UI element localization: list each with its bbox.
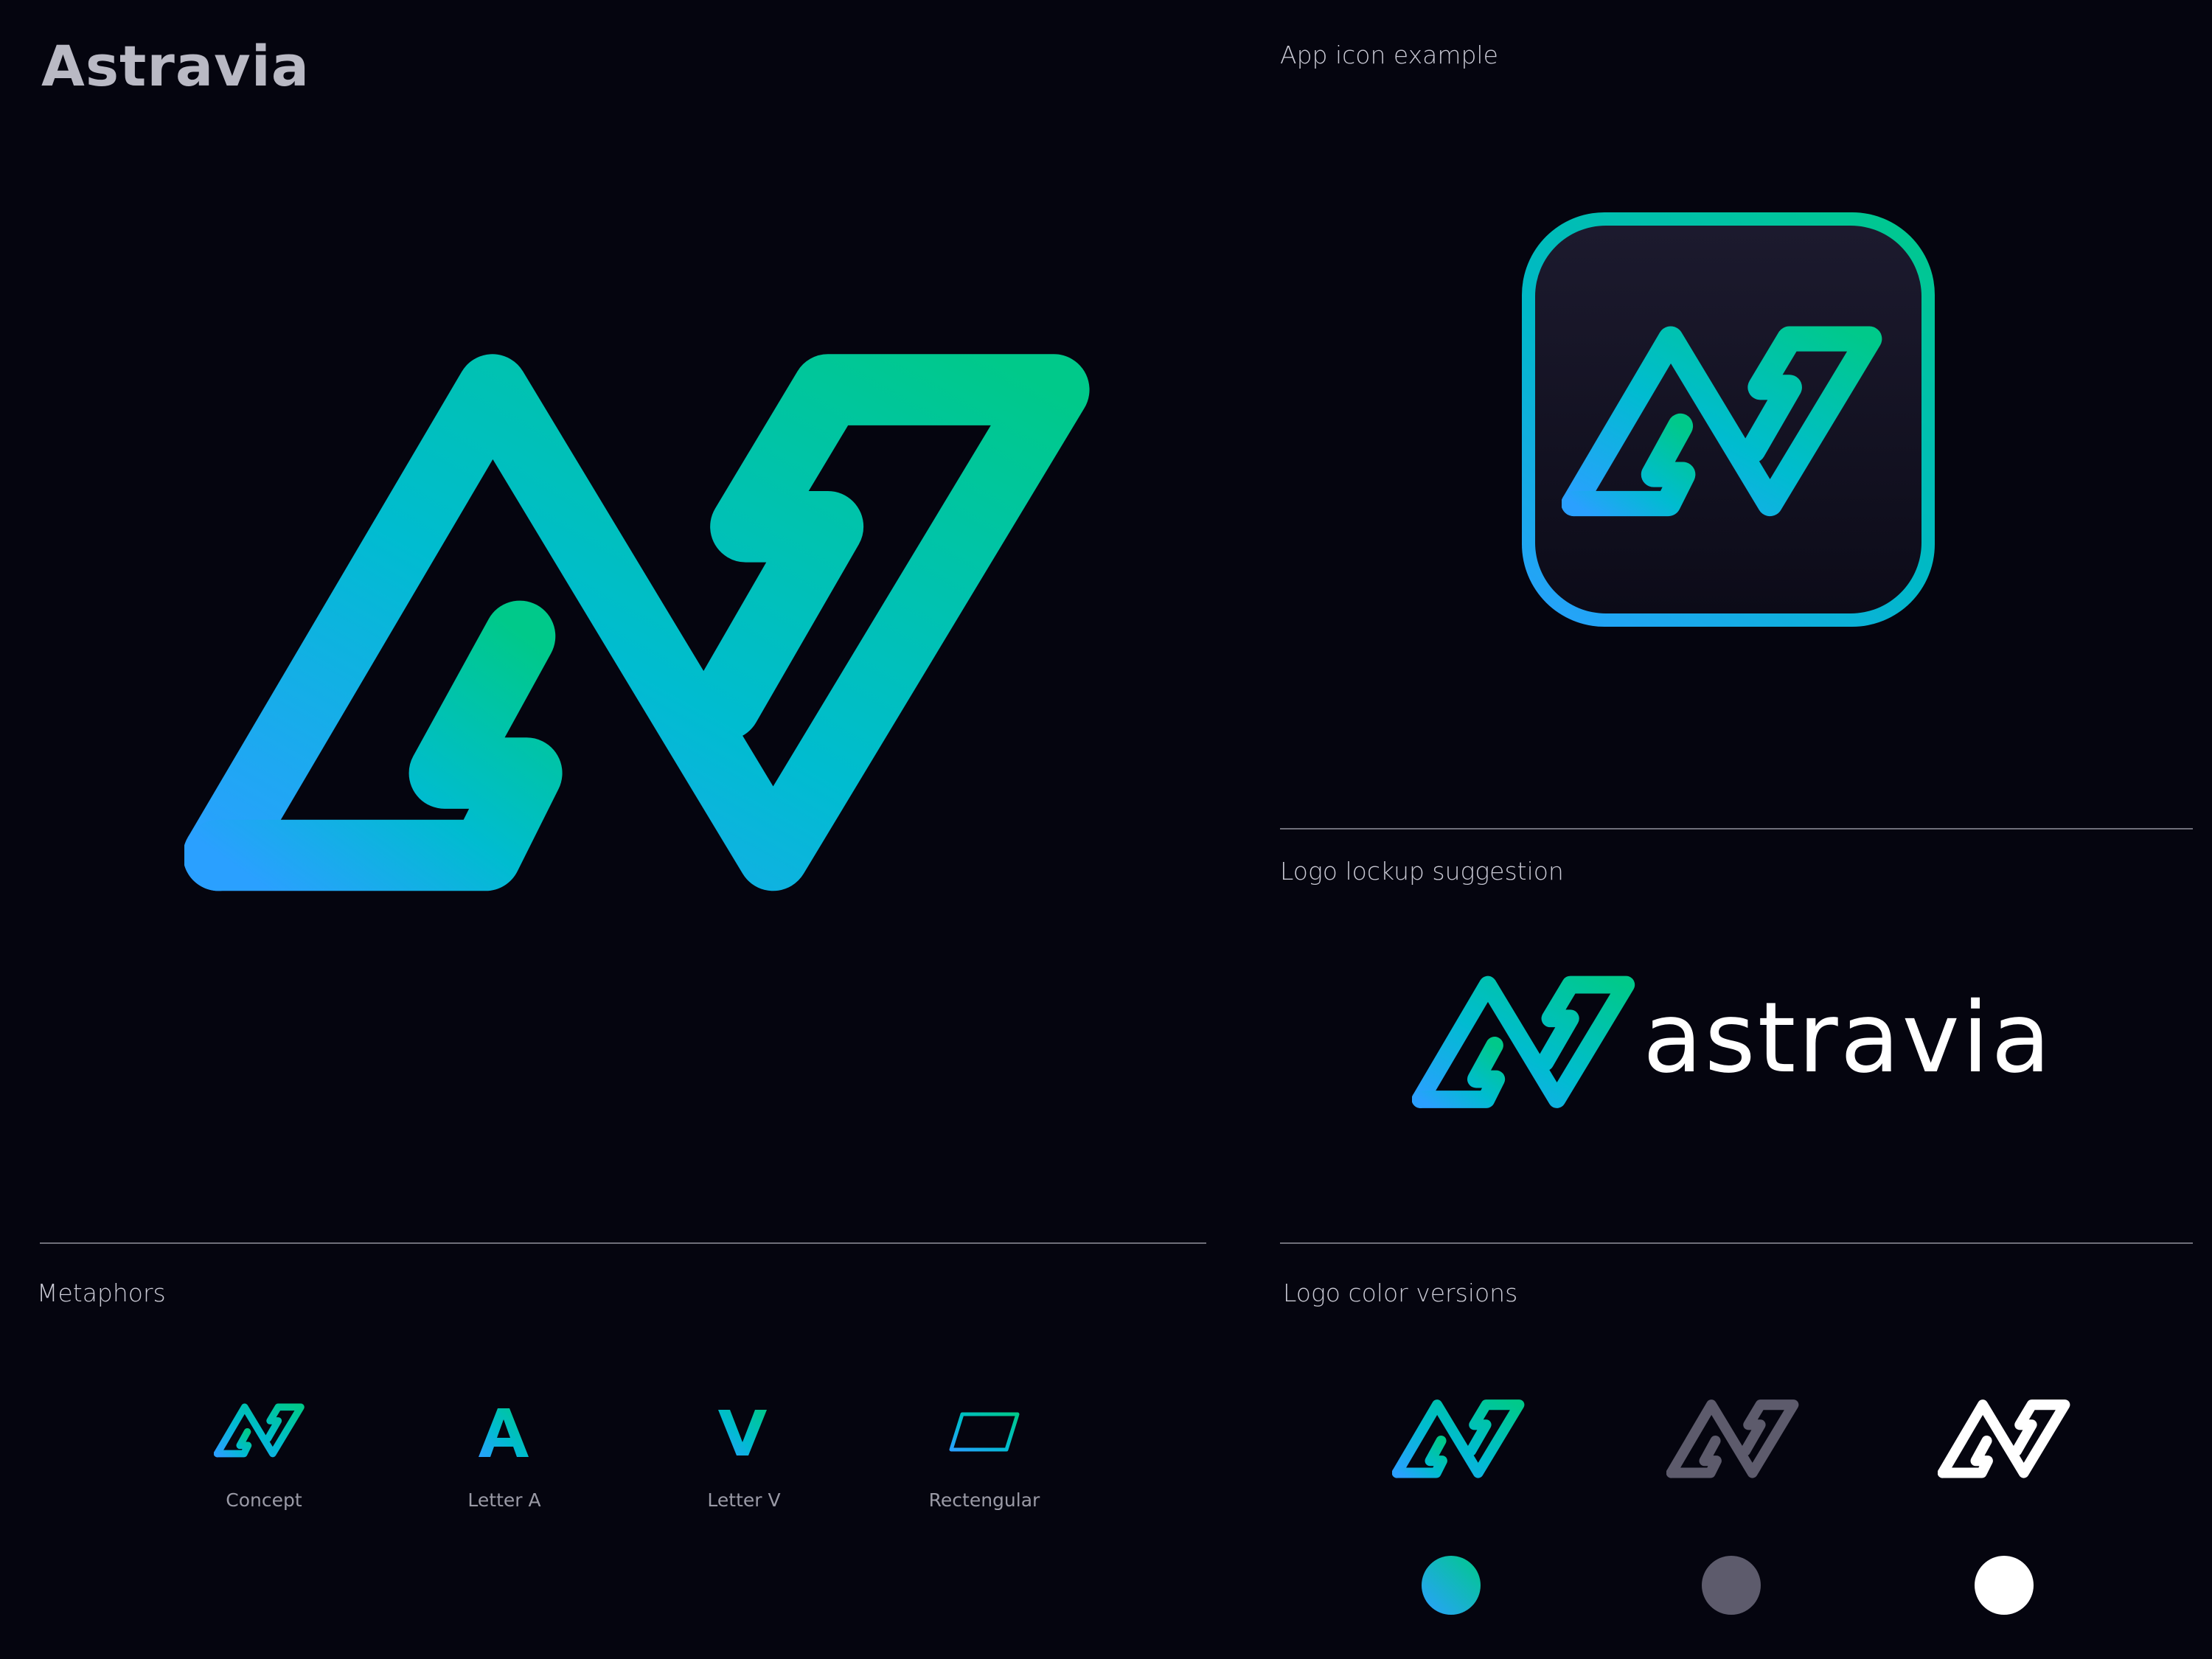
letter-v-icon — [718, 1410, 767, 1455]
divider-bottom-right — [1280, 1242, 2193, 1244]
swatch-white — [1975, 1556, 2034, 1615]
lockup-section-label: Logo lockup suggestion — [1280, 857, 1564, 886]
lockup-logo-mark — [1412, 970, 1648, 1111]
lockup-wordmark: astravia — [1643, 981, 2053, 1095]
metaphor-letter-v-label: Letter V — [707, 1489, 781, 1511]
logo-version-gradient — [1392, 1396, 1532, 1480]
swatch-gradient — [1422, 1556, 1481, 1615]
metaphors-section-label: Metaphors — [37, 1279, 166, 1307]
main-logo-mark — [184, 328, 1143, 903]
metaphor-concept-label: Concept — [226, 1489, 302, 1511]
logo-version-white — [1938, 1396, 2078, 1480]
parallelogram-icon — [949, 1412, 1020, 1452]
metaphor-rectangular-label: Rectengular — [928, 1489, 1040, 1511]
metaphor-concept-icon — [214, 1401, 310, 1458]
logo-version-gray — [1666, 1396, 1806, 1480]
brand-title: Astravia — [41, 33, 310, 99]
app-icon-section-label: App icon example — [1280, 41, 1498, 69]
divider-top-right — [1280, 828, 2193, 830]
divider-bottom-left — [40, 1242, 1206, 1244]
color-versions-section-label: Logo color versions — [1283, 1279, 1518, 1307]
swatch-gray — [1702, 1556, 1761, 1615]
letter-a-icon — [479, 1408, 529, 1457]
app-icon-logo-mark — [1562, 317, 1901, 521]
metaphor-letter-a-label: Letter A — [467, 1489, 541, 1511]
